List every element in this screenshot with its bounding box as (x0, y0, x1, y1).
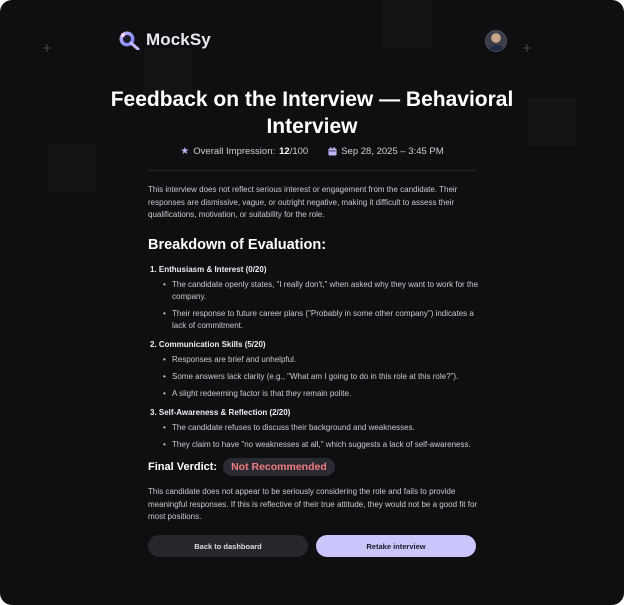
score-total: /100 (289, 146, 309, 157)
category-title: 2. Communication Skills (5/20) (150, 339, 266, 349)
overall-impression: ★ Overall Impression: 12/100 (180, 146, 308, 157)
feedback-page: + + MockSy Feedback on the Interview — B… (0, 0, 624, 605)
date-text: Sep 28, 2025 – 3:45 PM (341, 146, 444, 157)
category-title: 3. Self-Awareness & Reflection (2/20) (150, 407, 291, 417)
list-item: Responses are brief and unhelpful. (148, 354, 480, 366)
list-item: The candidate openly states, "I really d… (148, 279, 480, 303)
plus-marker-icon: + (42, 41, 53, 55)
retake-interview-button[interactable]: Retake interview (316, 535, 476, 557)
impression-score: 12/100 (279, 146, 308, 157)
background-tile (48, 144, 96, 192)
impression-label: Overall Impression: (193, 146, 276, 157)
breakdown-heading: Breakdown of Evaluation: (148, 236, 327, 253)
breakdown-list: 1. Enthusiasm & Interest (0/20) The cand… (148, 265, 480, 451)
logo-icon (119, 31, 140, 50)
calendar-icon (328, 147, 337, 156)
summary-text: This interview does not reflect serious … (148, 185, 458, 219)
app-name: MockSy (146, 30, 211, 49)
list-item: They claim to have "no weaknesses at all… (148, 439, 480, 451)
list-item: Some answers lack clarity (e.g., "What a… (148, 371, 480, 383)
background-tile (528, 98, 576, 146)
user-avatar[interactable] (485, 30, 507, 52)
interview-meta: ★ Overall Impression: 12/100 Sep 28, 202… (100, 146, 524, 157)
list-item: The candidate refuses to discuss their b… (148, 422, 480, 434)
closing-text: This candidate does not appear to be ser… (148, 487, 478, 521)
final-verdict: Final Verdict: Not Recommended (148, 458, 335, 476)
back-to-dashboard-button[interactable]: Back to dashboard (148, 535, 308, 557)
plus-marker-icon: + (522, 41, 533, 55)
category-title: 1. Enthusiasm & Interest (0/20) (150, 264, 267, 274)
star-icon: ★ (180, 146, 190, 157)
app-logo[interactable]: MockSy (118, 30, 211, 50)
verdict-badge: Not Recommended (223, 458, 335, 476)
feedback-content: This interview does not reflect serious … (148, 184, 480, 451)
list-item: Their response to future career plans ("… (148, 308, 480, 332)
background-tile (383, 0, 431, 48)
interview-date: Sep 28, 2025 – 3:45 PM (328, 146, 444, 157)
divider (148, 170, 476, 171)
list-item: A slight redeeming factor is that they r… (148, 388, 480, 400)
verdict-label: Final Verdict: (148, 461, 218, 473)
score-value: 12 (279, 146, 290, 157)
page-title: Feedback on the Interview — Behavioral I… (110, 88, 514, 138)
